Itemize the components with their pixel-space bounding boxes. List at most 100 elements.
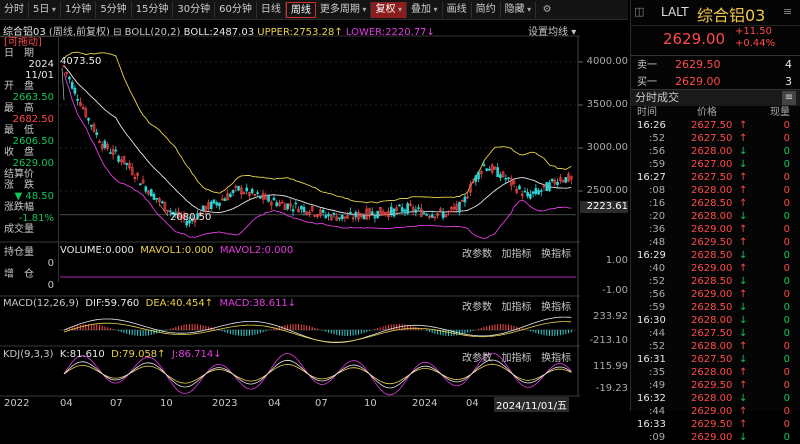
tick-row: 16:26 2627.50 ↑ 0 [631,119,800,132]
macd-switch-indicator-button[interactable]: 换指标 [541,302,571,313]
candle-body [564,176,568,183]
candlesticks [62,65,573,228]
tick-volume: 0 [783,133,790,144]
kdj-edit-params-button[interactable]: 改参数 [462,353,492,364]
candle-body [256,192,259,194]
bollinger-bands [63,51,572,240]
candle-body [272,197,276,201]
vol-tick-top: 1.00 [605,255,628,266]
candle-body [425,213,429,216]
tick-row: 16:31 2627.50 ↓ 0 [631,353,800,366]
candle-body [327,213,330,217]
candle-body [144,186,148,192]
ticks-list[interactable]: 16:26 2627.50 ↑ 0:52 2627.50 ↑ 0:56 2628.00 ↓ 0:5… [631,119,800,444]
candle-body [488,168,491,171]
arrow-down-icon: ↓ [739,315,748,326]
tick-volume: 0 [783,250,790,261]
kdj-add-indicator-button[interactable]: 加指标 [502,353,532,364]
tick-price: 2628.50 [691,276,733,287]
macd-edit-params-button[interactable]: 改参数 [462,302,492,313]
tick-time: :44 [649,328,666,339]
candle-body [460,200,464,202]
current-price-label: 2223.61 [580,201,628,213]
time-label: 04 [466,398,479,409]
tick-row: 16:30 2628.00 ↓ 0 [631,314,800,327]
kdj-title[interactable]: KDJ(9,3,3) [3,349,53,360]
candle-body [218,202,221,207]
candle-body [556,181,559,185]
tick-time: :52 [649,133,666,144]
menu-icon[interactable]: ≡ [783,5,792,18]
macd-panel [60,316,576,343]
candle-body [73,87,77,94]
tick-volume: 0 [783,367,790,378]
bid-volume: 3 [785,75,792,88]
tick-row: :52 2627.50 ↑ 0 [631,132,800,145]
macd-add-indicator-button[interactable]: 加指标 [502,302,532,313]
tick-price: 2628.00 [691,367,733,378]
candle-body [376,210,379,219]
kdj-header: KDJ(9,3,3) K:81.610 D:79.058↑ J:86.714↓ [3,349,222,360]
vol-edit-params-button[interactable]: 改参数 [462,249,492,260]
tick-price: 2627.50 [691,133,733,144]
tick-volume: 0 [783,198,790,209]
tick-time: :40 [649,263,666,274]
candle-body [259,195,262,199]
tick-volume: 0 [783,224,790,235]
tick-price: 2629.00 [691,263,733,274]
vol-switch-indicator-button[interactable]: 换指标 [541,249,571,260]
candle-body [545,182,549,192]
candle-body [548,182,551,191]
macd-title[interactable]: MACD(12,26,9) [3,298,79,309]
macd-value: MACD:38.611 [219,298,288,309]
arrow-up-icon: ↑ [739,224,748,235]
bid-price: 2629.00 [675,75,721,88]
quote-title-bar: ◫ LALT 综合铝03 ≡ [631,0,800,26]
kdj-switch-indicator-button[interactable]: 换指标 [541,353,571,364]
tick-time: :48 [649,237,666,248]
candle-body [95,132,99,135]
arrow-up-icon: ↑ [739,367,748,378]
candle-body [482,164,486,166]
tick-price: 2629.00 [691,406,733,417]
max-price-label: 4073.50 [60,56,102,67]
col-volume: 现量 [770,107,790,118]
candle-body [152,193,156,200]
current-date-label: 2024/11/01/五 [494,397,570,412]
kdj-tick-bottom: -19.23 [595,383,628,394]
tick-volume: 0 [783,380,790,391]
expand-icon[interactable]: ◫ [634,5,644,18]
arrow-up-icon: ↑ [739,237,748,248]
tick-row: :44 2629.00 ↑ 0 [631,405,800,418]
tick-price: 2629.00 [691,289,733,300]
time-axis: 2022 04 07 10 2023 04 07 10 2024 04 2024… [0,397,580,412]
candle-body [550,178,554,182]
macd-dea: DEA:40.454 [145,298,205,309]
volume-title: VOLUME:0.000 [60,245,134,256]
candle-body [370,211,374,215]
vol-add-indicator-button[interactable]: 加指标 [502,249,532,260]
candle-body [109,152,112,154]
tick-time: 16:31 [637,354,666,365]
price-tick-2500: 2500.00 [586,185,628,196]
macd-dif: DIF:59.760 [85,298,140,309]
arrow-up-icon: ↑ [739,172,748,183]
bid-label: 买一 [637,77,657,88]
ask-label: 卖一 [637,60,657,71]
bid-row: 买一 2629.00 3 [631,73,800,90]
tick-volume: 0 [783,211,790,222]
candle-body [155,198,159,200]
tick-volume: 0 [783,146,790,157]
tick-price: 2629.50 [691,380,733,391]
tick-price: 2627.00 [691,159,733,170]
kdj-d: D:79.058 [111,349,158,360]
candle-body [223,198,227,202]
arrow-up-icon: ↑ [739,133,748,144]
candle-body [485,168,489,171]
candle-body [417,207,420,209]
quote-price-block: 2629.00 +11.50 +0.44% [631,26,800,56]
tick-time: :44 [649,406,666,417]
candle-body [458,201,461,213]
tick-time: :52 [649,276,666,287]
ticks-menu-icon[interactable]: ≡ [782,91,796,105]
